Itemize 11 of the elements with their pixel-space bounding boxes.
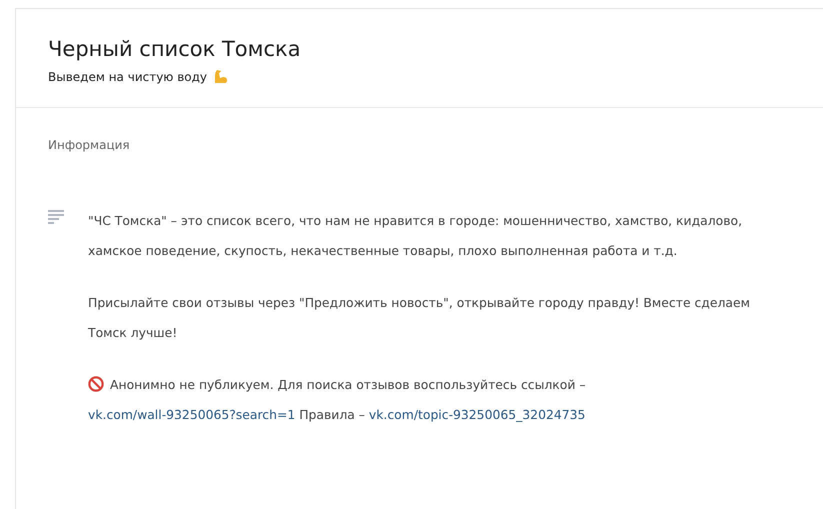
group-title: Черный список Томска [48,37,302,61]
text-paragraph-icon [48,210,64,224]
description-paragraph: Присылайте свои отзывы через "Предложить новость", открывайте городу правду! Вместе сделаем Томск лучше! [88,294,751,342]
group-status: Выведем на чистую воду [48,70,208,84]
prohibited-icon [88,376,104,392]
link[interactable]: vk.com/wall-93250065?search=1 [88,407,296,422]
section-title: Информация [48,138,131,152]
description-paragraph: Анонимно не публикуем. Для поиска отзывов воспользуйтесь ссылкой – vk.com/wall-93250065?search=1 Правила – vk.com/topic-93250065_32024735 [88,375,587,424]
link[interactable]: vk.com/topic-93250065_32024735 [368,407,586,422]
flexed-arm-icon [212,69,228,85]
description-paragraph: "ЧС Томска" – это список всего, что нам не нравится в городе: мошенничество, хамство, кидалово, хамское поведение, скупость, некачественные товары, плохо выполненная работа и т.д. [88,212,744,260]
